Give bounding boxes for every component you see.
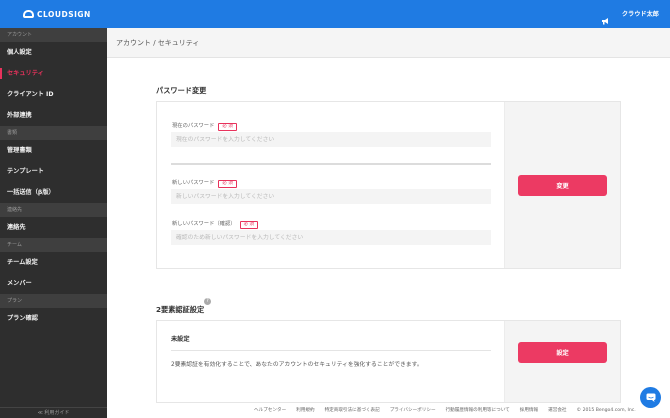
sidebar-item-bulk-send[interactable]: 一括送信（β版）: [0, 182, 107, 203]
change-password-button[interactable]: 変更: [518, 175, 607, 196]
breadcrumb: アカウント / セキュリティ: [107, 28, 670, 58]
footer-link-careers[interactable]: 採用情報: [520, 407, 538, 413]
footer-link-company[interactable]: 運営会社: [548, 407, 566, 413]
logo[interactable]: CLOUDSIGN: [0, 0, 107, 28]
footer-link-commerce[interactable]: 特定商取引法に基づく表記: [325, 407, 380, 413]
megaphone-icon[interactable]: [601, 10, 610, 29]
password-section-title: パスワード変更: [156, 86, 207, 95]
confirm-password-label: 新しいパスワード（確認）必 須: [172, 219, 259, 229]
required-badge: 必 須: [218, 180, 237, 188]
cloud-logo-icon: [23, 10, 34, 18]
sidebar-item-templates[interactable]: テンプレート: [0, 161, 107, 182]
sidebar-section-documents: 書類: [0, 126, 107, 140]
sidebar-item-managed-documents[interactable]: 管理書類: [0, 140, 107, 161]
divider: [171, 350, 491, 351]
sidebar-item-integrations[interactable]: 外部連携: [0, 105, 107, 126]
sidebar-section-plan: プラン: [0, 294, 107, 308]
sidebar-item-security[interactable]: セキュリティ: [0, 63, 107, 84]
chat-bubble-icon: [646, 393, 655, 402]
sidebar-section-account: アカウント: [0, 28, 107, 42]
sidebar-item-plan[interactable]: プラン確認: [0, 308, 107, 329]
confirm-password-input[interactable]: [171, 230, 491, 245]
sidebar-item-contacts[interactable]: 連絡先: [0, 217, 107, 238]
new-password-label: 新しいパスワード必 須: [172, 178, 237, 188]
current-password-input[interactable]: [171, 132, 491, 147]
logo-text: CLOUDSIGN: [37, 9, 91, 19]
twofa-card: 未設定 2要素認証を有効化することで、あなたのアカウントのセキュリティを強化する…: [156, 320, 621, 403]
new-password-input[interactable]: [171, 189, 491, 204]
footer-link-privacy[interactable]: プライバシーポリシー: [390, 407, 436, 413]
chat-button[interactable]: [640, 387, 661, 408]
footer-link-terms[interactable]: 利用規約: [296, 407, 314, 413]
top-bar: クラウド太郎: [107, 0, 670, 28]
sidebar-item-personal-settings[interactable]: 個人設定: [0, 42, 107, 63]
main-content: パスワード変更 現在のパスワード必 須 新しいパスワード必 須 新しいパスワード…: [107, 59, 670, 418]
sidebar-guide-link[interactable]: ≪ 利用ガイド: [0, 407, 107, 418]
twofa-description: 2要素認証を有効化することで、あなたのアカウントのセキュリティを強化することがで…: [171, 362, 423, 368]
footer-link-behavior-data[interactable]: 行動履歴情報の利用等について: [446, 407, 510, 413]
password-card: 現在のパスワード必 須 新しいパスワード必 須 新しいパスワード（確認）必 須 …: [156, 101, 621, 269]
footer: ヘルプセンター 利用規約 特定商取引法に基づく表記 プライバシーポリシー 行動履…: [107, 402, 670, 418]
sidebar-section-contacts: 連絡先: [0, 203, 107, 217]
footer-link-help[interactable]: ヘルプセンター: [254, 407, 286, 413]
twofa-setup-button[interactable]: 設定: [518, 342, 607, 363]
twofa-action-panel: 設定: [504, 321, 620, 402]
sidebar-section-team: チーム: [0, 238, 107, 252]
twofa-status: 未設定: [171, 336, 190, 343]
user-menu[interactable]: クラウド太郎: [622, 9, 659, 18]
help-icon[interactable]: ?: [204, 298, 211, 305]
twofa-section-title: 2要素認証設定: [156, 305, 205, 314]
copyright: © 2015 Bengo4.com, Inc.: [576, 407, 636, 413]
divider: [171, 163, 491, 165]
current-password-label: 現在のパスワード必 須: [172, 121, 237, 131]
sidebar-item-team-settings[interactable]: チーム設定: [0, 252, 107, 273]
required-badge: 必 須: [239, 221, 259, 229]
sidebar-item-members[interactable]: メンバー: [0, 273, 107, 294]
sidebar-item-client-id[interactable]: クライアント ID: [0, 84, 107, 105]
required-badge: 必 須: [218, 123, 237, 131]
password-action-panel: 変更: [504, 102, 620, 268]
sidebar: CLOUDSIGN アカウント 個人設定 セキュリティ クライアント ID 外部…: [0, 0, 107, 418]
